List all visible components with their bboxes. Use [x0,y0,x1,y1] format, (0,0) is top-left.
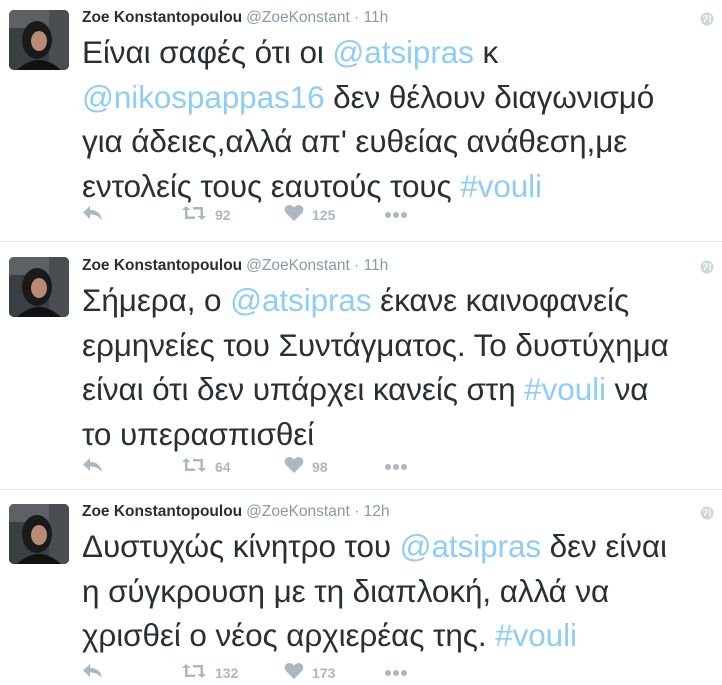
retweet-icon [181,456,207,479]
author-name[interactable]: Zoe Konstantopoulou [82,9,242,26]
text-segment: για άδειες,αλλά απ' ευθείας ανάθεση,με [82,123,628,159]
like-button[interactable]: 98 [284,456,328,478]
tweet[interactable]: Zoe Konstantopoulou @ZoeKonstant · 11h Εί… [0,0,722,242]
tweet-actions: 64 98 [80,456,440,478]
avatar[interactable] [9,504,69,564]
tweet-text-line: Σήμερα, ο @atsipras έκανε καινοφανείς [82,278,718,323]
tweet-text-line: @nikospappas16 δεν θέλουν διαγωνισμό [82,75,718,120]
tweet-text-line: εντολείς τους εαυτούς τους #vouli [82,164,718,209]
tweet-text-line: για άδειες,αλλά απ' ευθείας ανάθεση,με [82,119,718,164]
tweet-actions: 132 173 [80,662,440,684]
hashtag-link[interactable]: #vouli [460,168,542,204]
tweet-text: Σήμερα, ο @atsipras έκανε καινοφανείς ερ… [82,278,718,456]
retweet-count: 64 [215,459,231,475]
author-handle[interactable]: @ZoeKonstant [246,257,350,274]
mention-link[interactable]: @atsipras [400,528,541,564]
timestamp[interactable]: 11h [364,257,389,274]
like-count: 173 [312,665,336,681]
timeline: Zoe Konstantopoulou @ZoeKonstant · 11h Εί… [0,0,722,681]
more-button[interactable] [384,662,408,684]
reply-button[interactable] [82,456,104,478]
avatar[interactable] [9,10,69,70]
text-segment: η σύγκρουση με τη διαπλοκή, αλλά να [82,572,610,609]
avatar[interactable] [9,257,69,317]
tweet-text-line: είναι ότι δεν υπάρχει κανείς στη #vouli … [82,367,718,412]
hashtag-link[interactable]: #vouli [524,371,606,407]
reply-icon [82,662,104,685]
retweet-icon [181,662,207,685]
tweet-text-line: η σύγκρουση με τη διαπλοκή, αλλά να [82,569,718,614]
heart-icon [284,456,304,479]
text-segment: το υπερασπισθεί [82,415,315,452]
globe-icon [700,506,714,520]
author-name[interactable]: Zoe Konstantopoulou [82,503,242,520]
like-count: 98 [312,459,328,475]
heart-icon [284,204,304,227]
retweet-count: 132 [215,665,239,681]
reply-icon [82,456,104,479]
tweet-text-line: χρισθεί ο νέος αρχιερέας της. #vouli [82,613,718,658]
tweet-text: Δυστυχώς κίνητρο του @atsipras δεν είναι… [82,524,718,658]
like-count: 125 [312,207,336,223]
text-segment: είναι ότι δεν υπάρχει κανείς στη [82,371,525,407]
hashtag-link[interactable]: #vouli [495,617,577,653]
tweet[interactable]: Zoe Konstantopoulou @ZoeKonstant · 12h Δυ… [0,490,722,681]
text-segment: Είναι σαφές ότι οι [82,34,333,70]
tweet-header: Zoe Konstantopoulou @ZoeKonstant · 11h [82,256,388,276]
tweet-text-line: το υπερασπισθεί [82,412,718,457]
mention-link[interactable]: @nikospappas16 [82,79,325,115]
text-segment: να [605,371,649,407]
author-handle[interactable]: @ZoeKonstant [246,503,350,520]
tweet-text-line: Είναι σαφές ότι οι @atsipras κ [82,30,718,75]
heart-icon [284,662,304,685]
reply-icon [82,204,104,227]
mention-link[interactable]: @atsipras [332,34,473,70]
separator-dot: · [354,503,360,520]
retweet-count: 92 [215,207,231,223]
text-segment: χρισθεί ο νέος αρχιερέας της. [82,617,496,653]
more-button[interactable] [384,204,408,226]
separator-dot: · [354,257,360,274]
text-segment: κ [473,34,499,70]
timestamp[interactable]: 12h [364,503,390,520]
text-segment: Δυστυχώς κίνητρο του [82,528,400,564]
retweet-button[interactable]: 64 [181,456,231,478]
tweet[interactable]: Zoe Konstantopoulou @ZoeKonstant · 11h Σή… [0,242,722,490]
like-button[interactable]: 173 [284,662,335,684]
globe-icon [700,12,714,26]
text-segment: ερμηνείες του Συντάγματος. Το δυστύχημα [82,326,669,363]
more-button[interactable] [384,456,408,478]
mention-link[interactable]: @atsipras [230,282,371,318]
tweet-text-line: Δυστυχώς κίνητρο του @atsipras δεν είναι [82,524,718,569]
like-button[interactable]: 125 [284,204,335,226]
tweet-header: Zoe Konstantopoulou @ZoeKonstant · 11h [82,8,388,28]
reply-button[interactable] [82,204,104,226]
more-icon [384,206,408,224]
retweet-icon [181,204,207,227]
retweet-button[interactable]: 92 [181,204,231,226]
timestamp[interactable]: 11h [364,9,389,26]
reply-button[interactable] [82,662,104,684]
separator-dot: · [354,9,360,26]
text-segment: εντολείς τους εαυτούς τους [82,167,461,204]
tweet-text: Είναι σαφές ότι οι @atsipras κ @nikospap… [82,30,718,208]
text-segment: Σήμερα, ο [82,282,231,318]
author-name[interactable]: Zoe Konstantopoulou [82,257,242,274]
author-handle[interactable]: @ZoeKonstant [246,9,350,26]
globe-icon [700,260,714,274]
more-icon [384,458,408,476]
text-segment: δεν είναι [541,528,667,564]
text-segment: έκανε καινοφανείς [371,282,630,318]
tweet-actions: 92 125 [80,204,440,226]
tweet-header: Zoe Konstantopoulou @ZoeKonstant · 12h [82,502,389,522]
tweet-text-line: ερμηνείες του Συντάγματος. Το δυστύχημα [82,323,718,368]
text-segment: δεν θέλουν διαγωνισμό [324,78,655,115]
retweet-button[interactable]: 132 [181,662,238,684]
more-icon [384,664,408,682]
